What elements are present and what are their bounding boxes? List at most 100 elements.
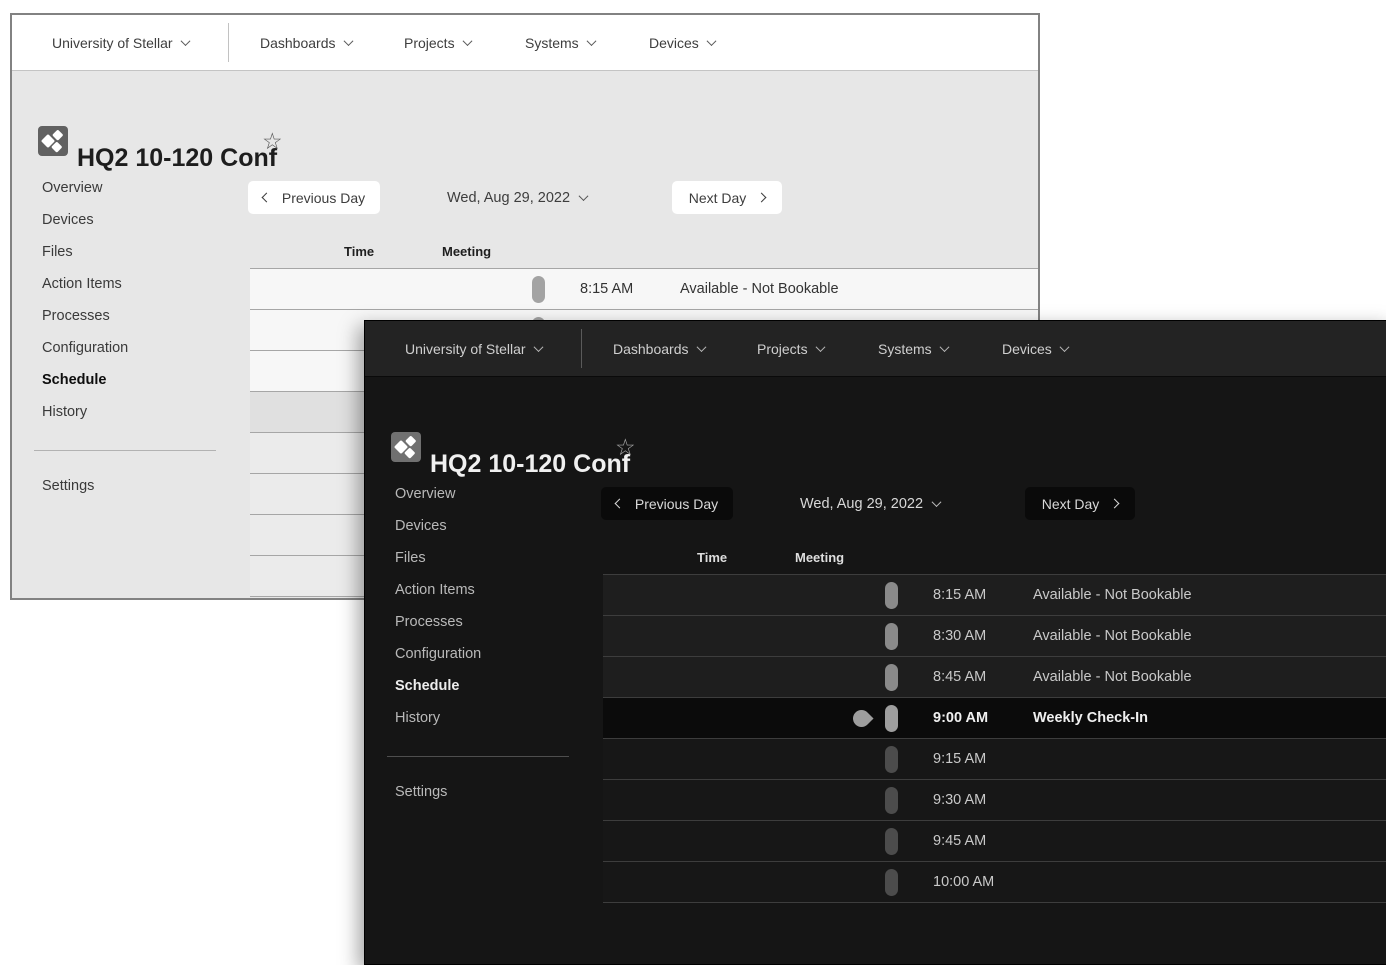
next-day-label: Next Day (1041, 495, 1100, 512)
chevron-down-icon (706, 36, 717, 47)
slot-pill-icon (885, 664, 898, 691)
top-navbar: University of Stellar Dashboards Project… (12, 15, 1038, 71)
date-selector[interactable]: Wed, Aug 29, 2022 (750, 487, 990, 520)
row-meeting: Available - Not Bookable (1033, 587, 1192, 603)
column-header-meeting: Meeting (442, 244, 492, 259)
chevron-down-icon (343, 36, 353, 47)
room-logo-icon (38, 126, 68, 156)
top-navbar: University of Stellar Dashboards Project… (365, 321, 1386, 377)
nav-item-devices[interactable]: Devices (649, 15, 717, 70)
row-time: 8:30 AM (933, 628, 987, 644)
org-menu-label: University of Stellar (405, 340, 526, 357)
favorite-star-icon[interactable]: ☆ (262, 126, 283, 156)
chevron-down-icon (578, 191, 589, 202)
chevron-down-icon (696, 342, 706, 353)
sidebar-item-files[interactable]: Files (395, 548, 426, 568)
nav-item-label: Systems (525, 34, 579, 51)
sidebar-item-overview[interactable]: Overview (395, 484, 455, 504)
schedule-row-930[interactable]: 9:30 AM (603, 779, 1386, 820)
row-meeting: Available - Not Bookable (680, 281, 839, 297)
row-time: 9:30 AM (933, 792, 987, 808)
nav-divider (228, 23, 229, 62)
row-time: 9:00 AM (933, 710, 989, 726)
nav-item-devices[interactable]: Devices (1002, 321, 1070, 376)
sidebar-item-history[interactable]: History (42, 402, 87, 422)
schedule-table: 8:15 AM Available - Not Bookable 8:30 AM… (603, 574, 1386, 903)
row-time: 9:45 AM (933, 833, 987, 849)
date-label: Wed, Aug 29, 2022 (446, 189, 571, 206)
schedule-row-900[interactable]: 9:00 AM Weekly Check-In (603, 697, 1386, 738)
nav-item-label: Projects (404, 34, 455, 51)
nav-item-label: Projects (757, 340, 808, 357)
schedule-row-845[interactable]: 8:45 AM Available - Not Bookable (603, 656, 1386, 697)
active-meeting-indicator-icon (849, 706, 874, 731)
sidebar-item-devices[interactable]: Devices (42, 210, 94, 230)
sidebar-item-schedule[interactable]: Schedule (42, 370, 106, 390)
row-time: 8:15 AM (933, 587, 987, 603)
schedule-row-915[interactable]: 9:15 AM (603, 738, 1386, 779)
chevron-down-icon (180, 36, 191, 47)
row-time: 8:15 AM (580, 281, 634, 297)
row-meeting: Available - Not Bookable (1033, 669, 1192, 685)
favorite-star-icon[interactable]: ☆ (615, 432, 636, 462)
schedule-row-815[interactable]: 8:15 AM Available - Not Bookable (250, 268, 1038, 309)
schedule-row-945[interactable]: 9:45 AM (603, 820, 1386, 861)
sidebar-item-action-items[interactable]: Action Items (395, 580, 475, 600)
sidebar-item-devices[interactable]: Devices (395, 516, 447, 536)
nav-item-systems[interactable]: Systems (525, 15, 597, 70)
sidebar-item-processes[interactable]: Processes (395, 612, 463, 632)
sidebar-divider (387, 756, 569, 757)
sidebar-item-configuration[interactable]: Configuration (42, 338, 128, 358)
sidebar-divider (34, 450, 216, 451)
next-day-button[interactable]: Next Day (1025, 487, 1135, 520)
date-label: Wed, Aug 29, 2022 (799, 495, 924, 512)
window-content: HQ2 10-120 Conf ☆ Overview Devices Files… (365, 377, 1386, 964)
nav-item-dashboards[interactable]: Dashboards (613, 321, 706, 376)
schedule-row-1000[interactable]: 10:00 AM (603, 861, 1386, 902)
previous-day-button[interactable]: Previous Day (248, 181, 380, 214)
chevron-right-icon (756, 192, 767, 203)
nav-item-label: Devices (649, 34, 699, 51)
column-header-meeting: Meeting (795, 550, 845, 565)
org-menu[interactable]: University of Stellar (52, 15, 191, 70)
previous-day-label: Previous Day (281, 189, 366, 206)
nav-item-systems[interactable]: Systems (878, 321, 950, 376)
slot-pill-icon (885, 582, 898, 609)
chevron-down-icon (586, 36, 597, 47)
sidebar-item-history[interactable]: History (395, 708, 440, 728)
slot-pill-icon (885, 623, 898, 650)
org-menu-label: University of Stellar (52, 34, 173, 51)
sidebar-item-schedule[interactable]: Schedule (395, 676, 459, 696)
org-menu[interactable]: University of Stellar (405, 321, 544, 376)
nav-item-label: Systems (878, 340, 932, 357)
page-title: HQ2 10-120 Conf (430, 449, 631, 478)
sidebar-item-files[interactable]: Files (42, 242, 73, 262)
chevron-down-icon (815, 342, 826, 353)
previous-day-label: Previous Day (634, 495, 719, 512)
room-logo-icon (391, 432, 421, 462)
sidebar-item-settings[interactable]: Settings (42, 476, 94, 496)
sidebar-item-configuration[interactable]: Configuration (395, 644, 481, 664)
nav-item-projects[interactable]: Projects (404, 15, 473, 70)
sidebar-item-action-items[interactable]: Action Items (42, 274, 122, 294)
schedule-row-830[interactable]: 8:30 AM Available - Not Bookable (603, 615, 1386, 656)
nav-item-dashboards[interactable]: Dashboards (260, 15, 353, 70)
nav-item-projects[interactable]: Projects (757, 321, 826, 376)
sidebar-item-processes[interactable]: Processes (42, 306, 110, 326)
chevron-down-icon (931, 497, 942, 508)
chevron-down-icon (1059, 342, 1070, 353)
row-time: 10:00 AM (933, 874, 995, 890)
chevron-down-icon (533, 342, 544, 353)
slot-pill-icon (885, 828, 898, 855)
sidebar-item-overview[interactable]: Overview (42, 178, 102, 198)
date-selector[interactable]: Wed, Aug 29, 2022 (397, 181, 637, 214)
next-day-button[interactable]: Next Day (672, 181, 782, 214)
sidebar-item-settings[interactable]: Settings (395, 782, 447, 802)
desktop: University of Stellar Dashboards Project… (0, 0, 1386, 965)
row-time: 8:45 AM (933, 669, 987, 685)
slot-pill-icon (885, 746, 898, 773)
nav-item-label: Dashboards (260, 34, 336, 51)
previous-day-button[interactable]: Previous Day (601, 487, 733, 520)
row-meeting: Available - Not Bookable (1033, 628, 1192, 644)
schedule-row-815[interactable]: 8:15 AM Available - Not Bookable (603, 574, 1386, 615)
